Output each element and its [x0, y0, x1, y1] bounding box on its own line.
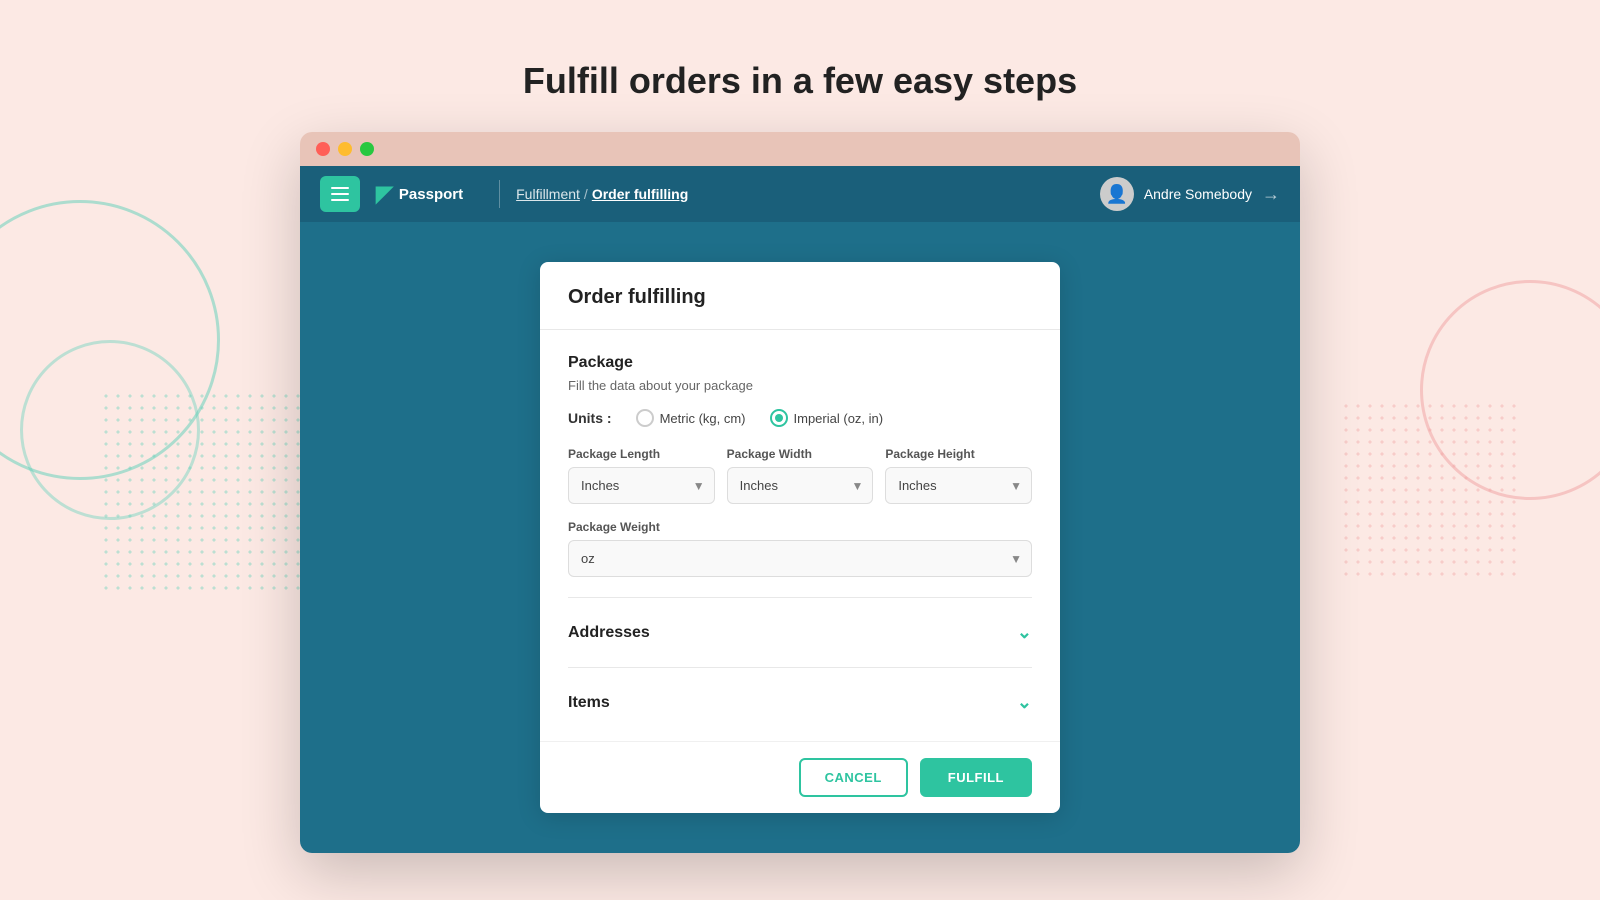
app-navbar: ◤ Passport Fulfillment / Order fulfillin…	[300, 166, 1300, 222]
brand-name: Passport	[399, 186, 463, 203]
package-height-label: Package Height	[885, 447, 1032, 461]
brand-icon: ◤	[376, 181, 393, 207]
breadcrumb-current: Order fulfilling	[592, 186, 688, 202]
radio-metric[interactable]: Metric (kg, cm)	[636, 409, 746, 427]
package-section-title: Package	[568, 354, 1032, 372]
modal-title: Order fulfilling	[568, 286, 1032, 309]
traffic-light-red[interactable]	[316, 142, 330, 156]
package-length-label: Package Length	[568, 447, 715, 461]
package-width-label: Package Width	[727, 447, 874, 461]
units-label: Units :	[568, 410, 612, 426]
modal-card: Order fulfilling Package Fill the data a…	[540, 262, 1060, 813]
browser-window: ◤ Passport Fulfillment / Order fulfillin…	[300, 132, 1300, 853]
package-height-select[interactable]: Inches Feet Centimeters	[885, 467, 1032, 504]
breadcrumb-separator: /	[584, 186, 588, 202]
radio-circle-metric	[636, 409, 654, 427]
avatar: 👤	[1100, 177, 1134, 211]
bg-dots-right	[1340, 400, 1520, 580]
logout-icon[interactable]: →	[1262, 184, 1280, 205]
items-chevron-icon: ⌄	[1017, 692, 1032, 713]
modal-header: Order fulfilling	[540, 262, 1060, 330]
radio-circle-imperial	[770, 409, 788, 427]
cancel-button[interactable]: CANCEL	[799, 758, 908, 797]
section-divider-1	[568, 597, 1032, 598]
package-width-select[interactable]: Inches Feet Centimeters	[727, 467, 874, 504]
user-info: 👤 Andre Somebody →	[1100, 177, 1280, 211]
traffic-light-green[interactable]	[360, 142, 374, 156]
radio-imperial[interactable]: Imperial (oz, in)	[770, 409, 884, 427]
brand-logo: ◤ Passport	[376, 181, 463, 207]
units-row: Units : Metric (kg, cm) Imperial (oz, in…	[568, 409, 1032, 427]
user-name: Andre Somebody	[1144, 186, 1252, 202]
bg-dots-left	[100, 390, 300, 590]
package-weight-select-wrapper: oz lb kg g ▼	[568, 540, 1032, 577]
radio-dot-imperial	[775, 414, 783, 422]
package-width-group: Package Width Inches Feet Centimeters ▼	[727, 447, 874, 504]
breadcrumb: Fulfillment / Order fulfilling	[516, 186, 688, 202]
package-height-group: Package Height Inches Feet Centimeters ▼	[885, 447, 1032, 504]
package-section-subtitle: Fill the data about your package	[568, 378, 1032, 393]
items-section[interactable]: Items ⌄	[568, 688, 1032, 717]
section-divider-2	[568, 667, 1032, 668]
page-title: Fulfill orders in a few easy steps	[0, 0, 1600, 102]
package-length-select[interactable]: Inches Feet Centimeters	[568, 467, 715, 504]
addresses-section[interactable]: Addresses ⌄	[568, 618, 1032, 647]
addresses-chevron-icon: ⌄	[1017, 622, 1032, 643]
hamburger-line-2	[331, 193, 349, 195]
addresses-title: Addresses	[568, 624, 650, 642]
package-section: Package Fill the data about your package…	[568, 354, 1032, 577]
package-height-select-wrapper: Inches Feet Centimeters ▼	[885, 467, 1032, 504]
package-weight-label: Package Weight	[568, 520, 1032, 534]
radio-label-imperial: Imperial (oz, in)	[794, 411, 884, 426]
hamburger-button[interactable]	[320, 176, 360, 212]
items-title: Items	[568, 694, 610, 712]
app-content: Order fulfilling Package Fill the data a…	[300, 222, 1300, 853]
package-weight-group: Package Weight oz lb kg g ▼	[568, 520, 1032, 577]
hamburger-line-1	[331, 187, 349, 189]
nav-divider	[499, 180, 500, 208]
package-length-group: Package Length Inches Feet Centimeters ▼	[568, 447, 715, 504]
package-weight-select[interactable]: oz lb kg g	[568, 540, 1032, 577]
package-width-select-wrapper: Inches Feet Centimeters ▼	[727, 467, 874, 504]
fulfill-button[interactable]: FULFILL	[920, 758, 1032, 797]
modal-footer: CANCEL FULFILL	[540, 741, 1060, 813]
modal-body: Package Fill the data about your package…	[540, 330, 1060, 741]
breadcrumb-parent[interactable]: Fulfillment	[516, 186, 580, 202]
browser-titlebar	[300, 132, 1300, 166]
dimension-fields-row: Package Length Inches Feet Centimeters ▼	[568, 447, 1032, 504]
package-length-select-wrapper: Inches Feet Centimeters ▼	[568, 467, 715, 504]
radio-label-metric: Metric (kg, cm)	[660, 411, 746, 426]
traffic-light-yellow[interactable]	[338, 142, 352, 156]
hamburger-line-3	[331, 199, 349, 201]
